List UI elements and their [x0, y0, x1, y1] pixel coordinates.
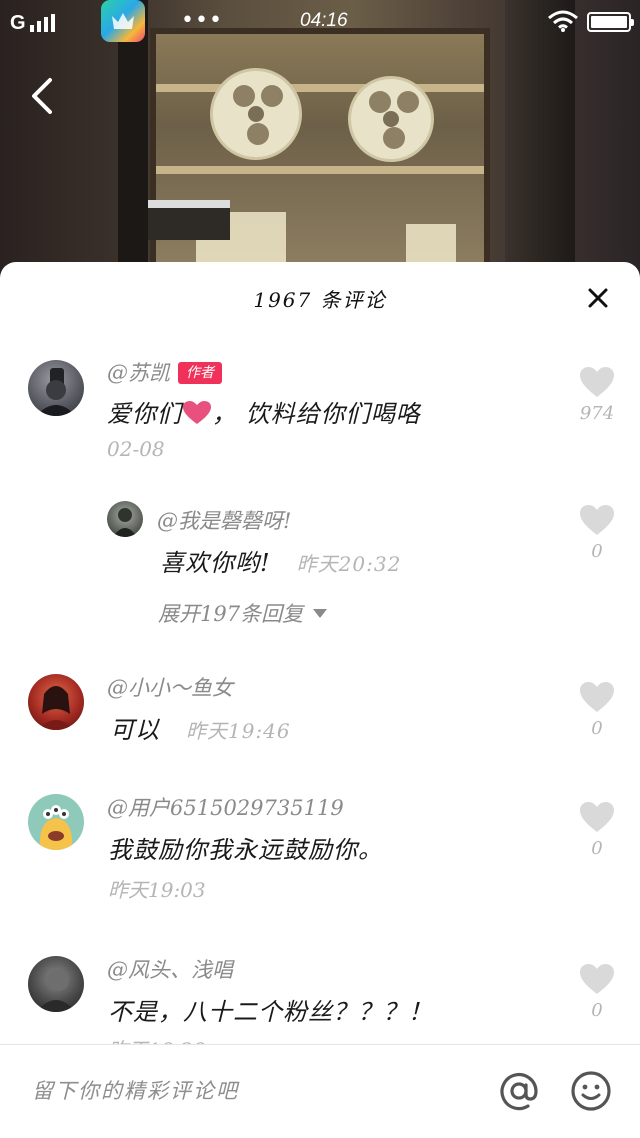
comments-title: 1967 条评论 — [253, 288, 387, 312]
at-sign-icon — [500, 1073, 538, 1111]
comment-text-part: ， 饮料给你们喝咯 — [212, 400, 421, 428]
comment-text: 我鼓励你我永远鼓励你。 — [108, 836, 383, 864]
avatar[interactable] — [28, 794, 84, 850]
like-button[interactable] — [578, 962, 616, 996]
comment-text: 爱你们 ， 饮料给你们喝咯 — [107, 394, 421, 429]
comment-time: 昨天19:03 — [108, 878, 206, 902]
status-time: 04:16 — [300, 10, 348, 31]
comment-username[interactable]: @用户6515029735119 — [107, 792, 344, 822]
carrier-label: G — [10, 12, 26, 34]
like-count: 0 — [591, 541, 603, 562]
like-button[interactable] — [578, 365, 616, 399]
comment-time: 02-08 — [107, 437, 165, 461]
heart-icon — [580, 964, 614, 994]
mention-button[interactable] — [497, 1069, 541, 1113]
pink-heart-icon — [183, 401, 211, 424]
film-reel — [348, 76, 434, 162]
like-count: 0 — [591, 1000, 603, 1021]
expand-replies-label: 展开197条回复 — [158, 602, 304, 626]
chevron-down-icon — [313, 609, 328, 618]
like-button[interactable] — [578, 680, 616, 714]
emoji-button[interactable] — [569, 1069, 613, 1113]
display-shelf — [156, 166, 484, 174]
clapperboard — [148, 200, 230, 240]
reply-username[interactable]: @我是磬磬呀! — [157, 505, 291, 535]
reply-text: 喜欢你哟! — [160, 549, 271, 577]
chevron-left-icon — [32, 78, 52, 114]
like-button[interactable] — [578, 800, 616, 834]
comment-input[interactable] — [32, 1073, 472, 1109]
comment-username[interactable]: @小小～鱼女 — [107, 672, 233, 702]
close-icon — [588, 288, 608, 308]
comment-text-part: 爱你们 — [107, 400, 182, 428]
comment-text: 可以 — [110, 716, 160, 744]
like-button[interactable] — [578, 503, 616, 537]
like-count: 0 — [591, 838, 603, 859]
signal-icon — [30, 14, 55, 32]
heart-icon — [580, 682, 614, 712]
comments-sheet: 1967 条评论 @苏凯 作者 爱你们 ， 饮料给你们喝咯 02-08 974 @我… — [0, 262, 640, 1138]
expand-replies-button[interactable]: 展开197条回复 — [158, 598, 328, 628]
reply-text-wrap: 喜欢你哟! 昨天20:32 — [160, 543, 401, 578]
wifi-icon — [548, 10, 578, 32]
comment-time: 昨天19:46 — [186, 719, 291, 743]
comment-username[interactable]: @苏凯 — [107, 361, 170, 385]
back-button[interactable] — [24, 74, 64, 118]
comment-text-wrap: 可以 昨天19:46 — [110, 710, 291, 745]
smiley-icon — [571, 1071, 611, 1111]
display-shelf — [156, 84, 484, 92]
video-wall-panel — [505, 0, 575, 300]
avatar[interactable] — [28, 956, 84, 1012]
like-count: 0 — [591, 718, 603, 739]
heart-icon — [580, 505, 614, 535]
battery-icon — [587, 12, 634, 32]
more-dots-icon: ••• — [181, 8, 223, 33]
film-reel — [210, 68, 302, 160]
avatar[interactable] — [28, 360, 84, 416]
heart-icon — [580, 367, 614, 397]
app-crown-icon — [101, 0, 145, 42]
video-background — [0, 0, 640, 300]
status-bar: G ••• 04:16 — [0, 0, 640, 44]
comment-text: 不是，八十二个粉丝？？？！ — [108, 998, 433, 1026]
comment-username-wrap: @苏凯 作者 — [107, 357, 222, 387]
heart-icon — [580, 802, 614, 832]
avatar[interactable] — [28, 674, 84, 730]
reply-time: 昨天20:32 — [296, 552, 402, 576]
comment-input-bar — [0, 1044, 640, 1138]
comment-username[interactable]: @风头、浅唱 — [107, 954, 233, 984]
avatar[interactable] — [107, 501, 143, 537]
like-count: 974 — [579, 403, 615, 424]
close-button[interactable] — [582, 282, 614, 314]
video-pillar — [118, 0, 148, 300]
author-badge: 作者 — [178, 362, 222, 384]
